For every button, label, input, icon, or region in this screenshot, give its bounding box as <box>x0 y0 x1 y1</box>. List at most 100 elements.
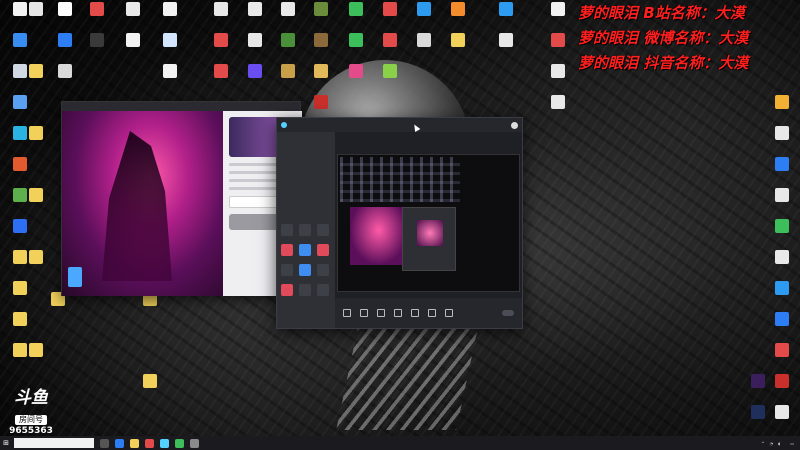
desktop-icon[interactable] <box>270 33 306 48</box>
desktop-icon[interactable] <box>440 33 476 48</box>
desktop-icon[interactable] <box>152 2 188 17</box>
desktop-icon[interactable] <box>303 2 339 17</box>
desktop-icon[interactable] <box>764 219 800 234</box>
desktop-icon[interactable] <box>338 33 374 48</box>
desktop-icon[interactable] <box>2 33 38 48</box>
desktop-icon[interactable] <box>540 33 576 48</box>
desktop-icon[interactable] <box>440 2 476 17</box>
desktop-icon[interactable] <box>764 281 800 296</box>
tool-icon[interactable] <box>299 244 311 256</box>
file-explorer-icon[interactable] <box>130 438 139 448</box>
desktop-icon[interactable] <box>303 64 339 79</box>
desktop-icon[interactable] <box>2 157 38 172</box>
control-item[interactable] <box>428 308 436 318</box>
control-item[interactable] <box>343 308 351 318</box>
desktop-icon[interactable] <box>764 250 800 265</box>
desktop-icon[interactable] <box>303 33 339 48</box>
task-view-icon[interactable] <box>100 438 109 448</box>
control-item[interactable] <box>394 308 402 318</box>
network-icon[interactable]: ◔ <box>770 441 774 446</box>
tool-icon[interactable] <box>299 284 311 296</box>
desktop-icon[interactable] <box>338 2 374 17</box>
desktop-icon[interactable] <box>2 281 38 296</box>
desktop-icon[interactable] <box>764 126 800 141</box>
tool-icon[interactable] <box>317 224 329 236</box>
desktop-icon[interactable] <box>47 64 83 79</box>
tool-icon[interactable] <box>317 244 329 256</box>
tool-icon[interactable] <box>281 244 293 256</box>
desktop-icon[interactable] <box>152 33 188 48</box>
desktop-icon[interactable] <box>47 33 83 48</box>
taskbar-app-icon[interactable] <box>190 438 199 448</box>
taskbar-search[interactable] <box>14 438 94 448</box>
qr-card[interactable] <box>68 267 82 287</box>
desktop-icon[interactable] <box>237 64 273 79</box>
notification-icon[interactable]: ▭ <box>790 441 794 446</box>
desktop-icon[interactable] <box>764 188 800 203</box>
desktop-icon[interactable] <box>132 374 168 389</box>
desktop-icon[interactable] <box>18 188 54 203</box>
stream-preview[interactable] <box>337 154 520 292</box>
tool-icon[interactable] <box>317 264 329 276</box>
desktop-icon[interactable] <box>488 33 524 48</box>
desktop-icon[interactable] <box>152 64 188 79</box>
taskbar-app-icon[interactable] <box>145 438 154 448</box>
start-button[interactable]: ⊞ <box>0 436 12 450</box>
control-item[interactable] <box>360 308 368 318</box>
start-live-button[interactable] <box>502 310 514 316</box>
desktop-icon[interactable] <box>303 95 339 110</box>
tool-icon[interactable] <box>299 224 311 236</box>
tool-icon[interactable] <box>317 284 329 296</box>
desktop-icon[interactable] <box>18 343 54 358</box>
tool-icon[interactable] <box>299 264 311 276</box>
desktop-icon[interactable] <box>764 312 800 327</box>
desktop-icon[interactable] <box>270 2 306 17</box>
window-titlebar[interactable] <box>62 102 300 111</box>
tool-icon[interactable] <box>281 224 293 236</box>
tool-icon[interactable] <box>281 284 293 296</box>
desktop-icon[interactable] <box>237 2 273 17</box>
desktop-icon[interactable] <box>372 64 408 79</box>
desktop-icon[interactable] <box>47 2 83 17</box>
desktop-icon[interactable] <box>372 33 408 48</box>
desktop-icon[interactable] <box>764 343 800 358</box>
tray-chevron-icon[interactable]: ^ <box>761 441 764 446</box>
desktop-icon[interactable] <box>540 95 576 110</box>
desktop-icon[interactable] <box>2 219 38 234</box>
scene-row[interactable] <box>277 142 335 146</box>
window-titlebar[interactable] <box>277 118 522 132</box>
control-item[interactable] <box>411 308 419 318</box>
avatar[interactable] <box>511 121 518 129</box>
edge-icon[interactable] <box>115 438 124 448</box>
desktop-icon[interactable] <box>203 2 239 17</box>
volume-icon[interactable]: ◖ <box>778 441 780 446</box>
desktop-icon[interactable] <box>764 157 800 172</box>
desktop-icon[interactable] <box>79 2 115 17</box>
desktop-icon[interactable] <box>740 374 776 389</box>
control-item[interactable] <box>377 308 385 318</box>
desktop-icon[interactable] <box>406 2 442 17</box>
desktop-icon[interactable] <box>115 33 151 48</box>
desktop-icon[interactable] <box>488 2 524 17</box>
desktop-icon[interactable] <box>79 33 115 48</box>
desktop-icon[interactable] <box>18 250 54 265</box>
desktop-icon[interactable] <box>2 312 38 327</box>
desktop-icon[interactable] <box>18 126 54 141</box>
tool-icon[interactable] <box>281 264 293 276</box>
desktop-icon[interactable] <box>203 33 239 48</box>
desktop-icon[interactable] <box>203 64 239 79</box>
desktop-icon[interactable] <box>740 405 776 420</box>
desktop-icon[interactable] <box>540 64 576 79</box>
desktop-icon[interactable] <box>540 2 576 17</box>
desktop-icon[interactable] <box>115 2 151 17</box>
desktop-icon[interactable] <box>237 33 273 48</box>
control-item[interactable] <box>445 308 453 318</box>
taskbar-app-icon[interactable] <box>160 438 169 448</box>
desktop-icon[interactable] <box>764 95 800 110</box>
taskbar-app-icon[interactable] <box>175 438 184 448</box>
desktop-icon[interactable] <box>406 33 442 48</box>
desktop-icon[interactable] <box>338 64 374 79</box>
desktop-icon[interactable] <box>2 95 38 110</box>
desktop-icon[interactable] <box>372 2 408 17</box>
desktop-icon[interactable] <box>270 64 306 79</box>
